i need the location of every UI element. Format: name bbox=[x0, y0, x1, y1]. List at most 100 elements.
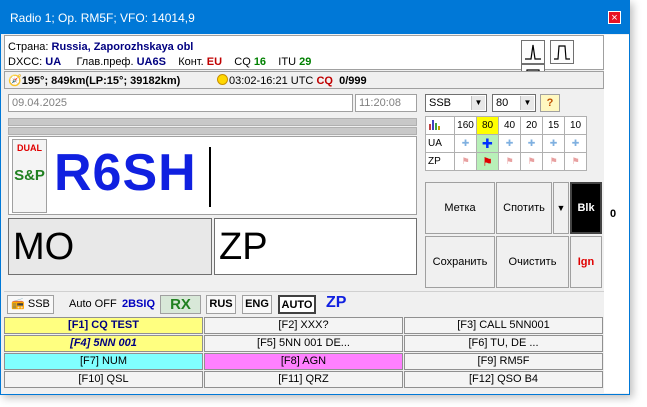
window-title: Radio 1; Op. RM5F; VFO: 14014,9 bbox=[10, 11, 195, 25]
save-button[interactable]: Сохранить bbox=[425, 236, 495, 288]
close-button[interactable]: × bbox=[608, 11, 621, 24]
dxcc-label: DXCC: bbox=[8, 56, 43, 68]
separator-bar bbox=[8, 127, 417, 135]
dxcc-value: UA bbox=[45, 56, 62, 68]
exchange-received-text: ZP bbox=[219, 226, 268, 268]
f8-button[interactable]: [F8] AGN bbox=[204, 353, 403, 370]
callsign-input[interactable]: R6SH bbox=[51, 139, 413, 213]
station-info-panel: Страна: Russia, Zaporozhskaya obl DXCC: … bbox=[4, 35, 604, 88]
cq-label: CQ bbox=[316, 75, 333, 87]
dual-label: DUAL bbox=[17, 143, 42, 153]
dot-icon: ✚ bbox=[498, 134, 521, 153]
chart-icon bbox=[425, 116, 455, 135]
f5-button[interactable]: [F5] 5NN 001 DE... bbox=[204, 335, 403, 352]
band-value: 80 bbox=[496, 97, 509, 109]
country-row: Страна: Russia, Zaporozhskaya obl bbox=[8, 41, 193, 53]
mode-select[interactable]: SSB ▼ bbox=[425, 94, 487, 112]
cq-zone-value: 16 bbox=[253, 56, 267, 68]
dot-icon: ✚ bbox=[542, 134, 565, 153]
snp-label: S&P bbox=[14, 167, 45, 184]
f6-button[interactable]: [F6] TU, DE ... bbox=[404, 335, 603, 352]
mark-button[interactable]: Метка bbox=[425, 182, 495, 234]
main-window: Radio 1; Op. RM5F; VFO: 14014,9 × Страна… bbox=[0, 0, 630, 395]
country-label: Страна: bbox=[8, 41, 49, 53]
clear-button[interactable]: Очистить bbox=[496, 236, 569, 288]
status-bar: 📻 SSB Auto OFF 2BSIQ RX RUS ENG AUTO ZP bbox=[4, 291, 604, 315]
band-10[interactable]: 10 bbox=[564, 116, 587, 135]
band-40[interactable]: 40 bbox=[498, 116, 521, 135]
sun-times: 03:02-16:21 UTC CQ 0/999 bbox=[217, 74, 367, 87]
dot-icon: ✚ bbox=[564, 134, 587, 153]
row-label-ua: UA bbox=[425, 134, 455, 153]
chevron-down-icon: ▼ bbox=[471, 96, 485, 110]
itu-zone-value: 29 bbox=[299, 56, 312, 68]
dxcc-row: DXCC: UA Глав.преф. UA6S Конт. EU CQ 16 … bbox=[8, 56, 311, 68]
f10-button[interactable]: [F10] QSL bbox=[4, 371, 203, 388]
f11-button[interactable]: [F11] QRZ bbox=[204, 371, 403, 388]
band-160[interactable]: 160 bbox=[454, 116, 477, 135]
cont-value: EU bbox=[206, 56, 223, 68]
mode-value: SSB bbox=[429, 97, 452, 109]
f9-button[interactable]: [F9] RM5F bbox=[404, 353, 603, 370]
band-row-zp: ZP ⚑ ⚑ ⚑ ⚑ ⚑ ⚑ bbox=[425, 152, 587, 171]
filter-narrow-icon bbox=[525, 44, 541, 60]
snp-button[interactable]: DUAL S&P bbox=[12, 139, 47, 213]
flag-icon: ⚑ bbox=[564, 152, 587, 171]
country-value: Russia, Zaporozhskaya obl bbox=[51, 41, 194, 53]
bsiq-text[interactable]: 2BSIQ bbox=[122, 298, 155, 310]
blk-button[interactable]: Blk bbox=[570, 182, 602, 234]
text-caret bbox=[209, 147, 211, 207]
band-20[interactable]: 20 bbox=[520, 116, 543, 135]
sun-icon bbox=[217, 74, 228, 85]
flag-icon: ⚑ bbox=[520, 152, 543, 171]
propagation-row: 🧭195°; 849km(LP:15°; 39182km) 03:02-16:2… bbox=[4, 71, 604, 89]
bearing-text: 🧭195°; 849km(LP:15°; 39182km) bbox=[8, 75, 181, 87]
exchange-received-field[interactable]: ZP bbox=[214, 218, 417, 275]
red-flag-icon: ⚑ bbox=[476, 152, 499, 171]
f2-button[interactable]: [F2] XXX? bbox=[204, 317, 403, 334]
rx-indicator[interactable]: RX bbox=[160, 295, 201, 314]
band-15[interactable]: 15 bbox=[542, 116, 565, 135]
exchange-sent-field[interactable]: MO bbox=[8, 218, 212, 275]
itu-zone-label: ITU bbox=[278, 56, 297, 68]
band-select[interactable]: 80 ▼ bbox=[492, 94, 536, 112]
separator-bar bbox=[8, 118, 417, 126]
band-row-ua: UA ✚ ✚ ✚ ✚ ✚ ✚ bbox=[425, 134, 587, 153]
spot-button[interactable]: Спотить bbox=[496, 182, 552, 234]
row-label-zp: ZP bbox=[425, 152, 455, 171]
f7-button[interactable]: [F7] NUM bbox=[4, 353, 203, 370]
spot-dropdown-button[interactable]: ▼ bbox=[553, 182, 569, 234]
flag-icon: ⚑ bbox=[454, 152, 477, 171]
exchange-sent-text: MO bbox=[13, 226, 75, 268]
help-icon[interactable]: ? bbox=[540, 94, 560, 112]
prefix-text: ZP bbox=[326, 294, 347, 311]
f3-button[interactable]: [F3] CALL 5NN001 bbox=[404, 317, 603, 334]
eng-button[interactable]: ENG bbox=[242, 295, 272, 314]
ssb-mode-button[interactable]: 📻 SSB bbox=[7, 295, 54, 314]
client-area: Страна: Russia, Zaporozhskaya obl DXCC: … bbox=[4, 35, 604, 393]
band-80[interactable]: 80 bbox=[476, 116, 499, 135]
f1-button[interactable]: [F1] CQ TEST bbox=[4, 317, 203, 334]
side-panel bbox=[604, 35, 629, 393]
callsign-text: R6SH bbox=[54, 144, 197, 202]
band-header-row: 160 80 40 20 15 10 bbox=[425, 116, 587, 135]
f4-button[interactable]: [F4] 5NN 001 bbox=[4, 335, 203, 352]
plus-icon: ✚ bbox=[476, 134, 499, 153]
f12-button[interactable]: [F12] QSO B4 bbox=[404, 371, 603, 388]
date-field[interactable]: 09.04.2025 bbox=[8, 94, 353, 112]
cq-zone-label: CQ bbox=[234, 56, 251, 68]
time-field[interactable]: 11:20:08 bbox=[355, 94, 417, 112]
radio-icon: 📻 bbox=[11, 298, 25, 310]
qso-count: 0/999 bbox=[339, 75, 367, 87]
filter-narrow-button[interactable] bbox=[521, 40, 545, 64]
title-bar[interactable]: Radio 1; Op. RM5F; VFO: 14014,9 × bbox=[1, 1, 629, 34]
filter-medium-button[interactable] bbox=[550, 40, 575, 64]
sun-time-text: 03:02-16:21 UTC bbox=[229, 75, 314, 87]
auto-off-text: Auto OFF bbox=[69, 298, 117, 310]
auto-button[interactable]: AUTO bbox=[278, 295, 316, 314]
cont-label: Конт. bbox=[178, 56, 204, 68]
rus-button[interactable]: RUS bbox=[206, 295, 236, 314]
ign-button[interactable]: Ign bbox=[570, 236, 602, 288]
dot-icon: ✚ bbox=[454, 134, 477, 153]
pref-label: Глав.преф. bbox=[76, 56, 134, 68]
